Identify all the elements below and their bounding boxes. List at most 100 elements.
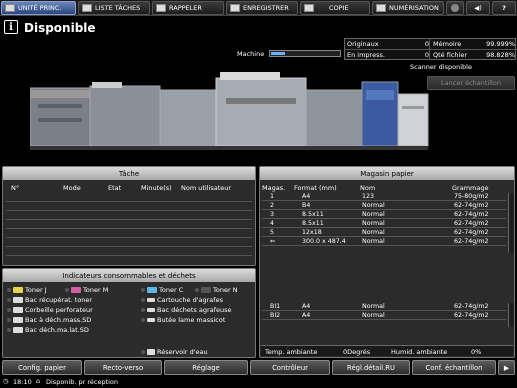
- arrow-right-icon: ▶: [503, 363, 510, 372]
- col-nom: Nom: [360, 184, 376, 192]
- job-row[interactable]: [6, 212, 252, 220]
- tray-weight: 62-74g/m2: [454, 229, 489, 236]
- col-minutes: Minute(s): [141, 184, 172, 192]
- sample-button[interactable]: Lancer échantillon: [427, 76, 515, 90]
- paper-tray-panel: Magasin papier Magas. Format (mm) Nom Gr…: [259, 166, 515, 358]
- originaux-value: 0: [424, 40, 429, 48]
- sample-config-button[interactable]: Conf. échantillon: [412, 360, 496, 375]
- tray-weight: 62-74g/m2: [454, 303, 489, 310]
- tray-name: Normal: [362, 211, 385, 218]
- tray-name: Normal: [362, 303, 385, 310]
- volume-button[interactable]: ◀): [466, 1, 490, 15]
- tray-format: B4: [302, 202, 311, 209]
- tray-row[interactable]: 3 8.5x11 Normal 62-74g/m2: [262, 211, 506, 219]
- machine-progress-bar: [269, 50, 341, 57]
- memoire-value: 99.999%: [486, 40, 515, 48]
- printer-illustration: [30, 72, 429, 150]
- adjustment-button[interactable]: Réglage: [164, 360, 248, 375]
- job-row[interactable]: [6, 203, 252, 211]
- tab-scan[interactable]: NUMÉRISATION: [372, 1, 444, 15]
- ru-detail-button[interactable]: Régl.détail.RU: [332, 360, 410, 375]
- memoire-label: Mémoire: [433, 40, 462, 48]
- tray-weight: 62-74g/m2: [454, 202, 489, 209]
- tray-number: 3: [270, 211, 275, 218]
- tab-main-unit[interactable]: UNITÉ PRINC.: [1, 1, 76, 15]
- consumables-title: Indicateurs consommables et déchets: [3, 269, 255, 282]
- tab-label: COPIE: [329, 4, 349, 12]
- tray-number: 1: [270, 193, 275, 200]
- main-unit-icon: [5, 4, 15, 12]
- punch-label: Corbeille perforateur: [25, 306, 93, 314]
- col-format: Format (mm): [294, 184, 337, 192]
- tray-format: 8.5x11: [302, 211, 324, 218]
- next-page-button[interactable]: ▶: [498, 360, 515, 375]
- tray-row[interactable]: 4 8.5x11 Normal 62-74g/m2: [262, 220, 506, 228]
- job-row[interactable]: [6, 194, 252, 202]
- tray-weight: 62-74g/m2: [454, 312, 489, 319]
- tray-format: A4: [302, 312, 311, 319]
- tray-scrollbar-lower[interactable]: [508, 303, 514, 327]
- environment-bar: Temp. ambiante 0Degrés Humid. ambiante 0…: [261, 345, 513, 356]
- job-row[interactable]: [6, 239, 252, 247]
- tray-number: BI2: [270, 312, 281, 319]
- tab-label: ENREGISTRER: [243, 4, 289, 12]
- clock-icon: ◷: [3, 377, 9, 385]
- tab-store[interactable]: ENREGISTRER: [226, 1, 298, 15]
- toner-k-label: Toner N: [213, 286, 238, 294]
- waste-toner-box: Bac récupérat. toner: [7, 296, 92, 304]
- job-list-icon: [82, 4, 92, 12]
- tray-number: 4: [270, 220, 275, 227]
- tab-label: UNITÉ PRINC.: [18, 4, 62, 12]
- staple-waste-icon: [147, 308, 155, 312]
- toner-y: Toner J: [7, 286, 47, 294]
- sd-mass-label: Bac à déch.mass.SD: [25, 316, 92, 324]
- globe-button[interactable]: [446, 1, 464, 15]
- water-tank-icon: [147, 349, 155, 355]
- tray-scrollbar-upper[interactable]: [508, 193, 514, 253]
- job-row[interactable]: [6, 248, 252, 256]
- tab-copy[interactable]: COPIE: [300, 1, 370, 15]
- sd-mass-icon: [13, 317, 23, 323]
- paper-setting-button[interactable]: Config. papier: [2, 360, 82, 375]
- staple-label: Cartouche d'agrafes: [157, 296, 223, 304]
- duplex-button[interactable]: Recto-verso: [84, 360, 162, 375]
- globe-icon: [451, 4, 459, 12]
- help-icon: ?: [502, 4, 506, 12]
- copy-icon: [304, 4, 314, 12]
- tray-row[interactable]: BI2 A4 Normal 62-74g/m2: [262, 312, 506, 320]
- machine-label: Machine: [237, 50, 265, 58]
- job-row[interactable]: [6, 230, 252, 238]
- staple-waste: Bac déchets agrafeuse: [141, 306, 231, 314]
- job-row[interactable]: [6, 221, 252, 229]
- tray-row[interactable]: 1 A4 123 75-80g/m2: [262, 193, 506, 201]
- tab-job-list[interactable]: LISTE TÂCHES: [78, 1, 150, 15]
- tab-label: NUMÉRISATION: [389, 4, 439, 12]
- toner-m-icon: [71, 287, 81, 293]
- trimmer-stopper: Butée lame massicot: [141, 316, 225, 324]
- info-glyph: i: [9, 21, 13, 33]
- tray-number: BI1: [270, 303, 281, 310]
- info-icon: i: [4, 20, 18, 34]
- tray-weight: 62-74g/m2: [454, 211, 489, 218]
- consumables-panel: Indicateurs consommables et déchets Tone…: [2, 268, 256, 358]
- punch-waste: Corbeille perforateur: [7, 306, 93, 314]
- tray-name: 123: [362, 193, 375, 200]
- controller-button[interactable]: Contrôleur: [250, 360, 330, 375]
- tray-row[interactable]: 5 12x18 Normal 62-74g/m2: [262, 229, 506, 237]
- tray-row[interactable]: 2 B4 Normal 62-74g/m2: [262, 202, 506, 210]
- page-title: Disponible: [24, 21, 96, 35]
- toner-k-icon: [201, 287, 211, 293]
- waste-toner-label: Bac récupérat. toner: [25, 296, 93, 304]
- trimmer-icon: [147, 318, 155, 322]
- tab-recall[interactable]: RAPPELER: [152, 1, 224, 15]
- sd-mass-waste: Bac à déch.mass.SD: [7, 316, 91, 324]
- machine-progress-fill: [271, 52, 285, 55]
- toner-y-icon: [13, 287, 23, 293]
- sd-side-icon: [13, 327, 23, 333]
- toner-m-label: Toner M: [83, 286, 109, 294]
- tray-row[interactable]: ⇐ 300.0 x 487.4 Normal 62-74g/m2: [262, 238, 506, 246]
- help-button[interactable]: ?: [492, 1, 516, 15]
- trimmer-label: Butée lame massicot: [157, 316, 226, 324]
- tray-number: 2: [270, 202, 275, 209]
- tray-row[interactable]: BI1 A4 Normal 62-74g/m2: [262, 303, 506, 311]
